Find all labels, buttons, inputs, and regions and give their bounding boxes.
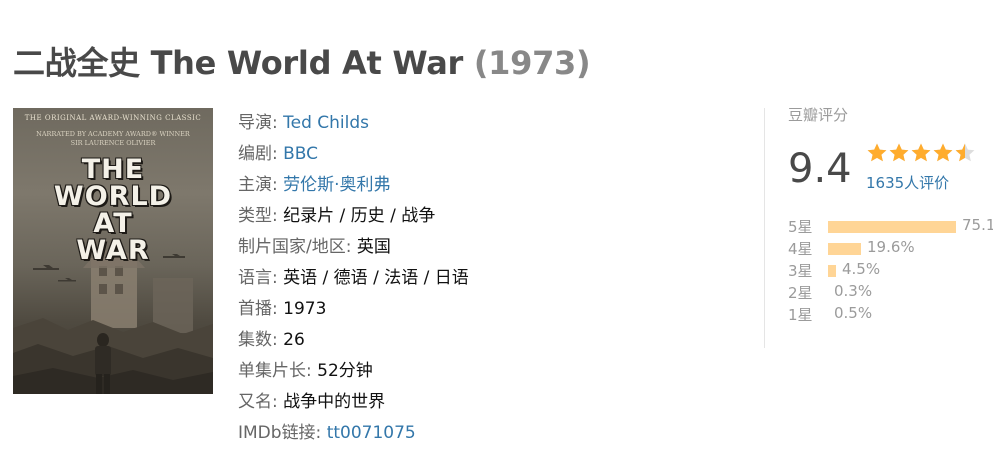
poster-title-line: WAR: [76, 235, 150, 266]
star-icon: [911, 143, 931, 162]
info-label: 主演:: [238, 175, 284, 195]
info-label: 集数:: [238, 330, 284, 350]
star-icon: [889, 143, 909, 162]
star-icon: [867, 143, 887, 162]
episodes-value: 26: [283, 330, 305, 350]
info-label: 制片国家/地区:: [238, 237, 357, 257]
poster-narration-line: NARRATED BY ACADEMY AWARD® WINNER: [36, 130, 190, 138]
rating-percent: 75.1%: [962, 216, 993, 234]
writer-link[interactable]: BBC: [283, 144, 318, 164]
director-link[interactable]: Ted Childs: [283, 113, 369, 133]
country-value: 英国: [356, 237, 391, 257]
poster-narration-line: SIR LAURENCE OLIVIER: [70, 139, 156, 147]
rating-panel: 豆瓣评分 9.4 1635人评价 5星75.1% 4星19.6% 3星4.5% …: [788, 104, 993, 324]
info-label: 单集片长:: [238, 361, 318, 381]
title-name: 二战全史 The World At War: [13, 44, 463, 82]
rating-percent: 0.3%: [834, 282, 873, 300]
language-value: 英语 / 德语 / 法语 / 日语: [283, 268, 469, 288]
divider: [764, 108, 765, 348]
info-row-aka: 又名: 战争中的世界: [238, 387, 738, 418]
info-row-cast: 主演: 劳伦斯·奥利弗: [238, 170, 738, 201]
rating-score: 9.4: [788, 146, 852, 192]
info-label: 语言:: [238, 268, 284, 288]
star-icon: [955, 143, 975, 162]
info-row-premiere: 首播: 1973: [238, 294, 738, 325]
rating-percent: 0.5%: [834, 304, 873, 322]
info-row-writer: 编剧: BBC: [238, 139, 738, 170]
poster-narration: NARRATED BY ACADEMY AWARD® WINNER SIR LA…: [13, 130, 213, 148]
info-row-language: 语言: 英语 / 德语 / 法语 / 日语: [238, 263, 738, 294]
genre-value: 纪录片 / 历史 / 战争: [283, 206, 436, 226]
rating-row-label: 2星: [788, 284, 813, 302]
poster-tagline: THE ORIGINAL AWARD-WINNING CLASSIC: [24, 114, 202, 122]
rating-percent: 4.5%: [842, 260, 881, 278]
poster-title: THE WORLD AT WAR: [13, 156, 213, 264]
rating-row-label: 3星: [788, 262, 813, 280]
rating-percent: 19.6%: [867, 238, 915, 256]
cast-link[interactable]: 劳伦斯·奥利弗: [283, 175, 390, 195]
rating-bar: [828, 265, 836, 277]
info-label: 首播:: [238, 299, 284, 319]
star-icon: [933, 143, 953, 162]
rating-count-link[interactable]: 1635人评价: [866, 172, 949, 193]
info-row-episodes: 集数: 26: [238, 325, 738, 356]
rating-bar: [828, 243, 861, 255]
rating-row-label: 4星: [788, 240, 813, 258]
runtime-value: 52分钟: [317, 361, 373, 381]
aka-value: 战争中的世界: [283, 392, 386, 412]
info-label: IMDb链接:: [238, 423, 327, 443]
rating-row-label: 5星: [788, 218, 813, 236]
info-panel: 导演: Ted Childs 编剧: BBC 主演: 劳伦斯·奥利弗 类型: 纪…: [238, 108, 738, 449]
imdb-link[interactable]: tt0071075: [327, 423, 416, 443]
title-year: (1973): [473, 44, 591, 82]
poster-title-line: AT: [93, 208, 133, 239]
premiere-value: 1973: [283, 299, 327, 319]
rating-stars: [866, 142, 976, 164]
info-label: 又名:: [238, 392, 284, 412]
poster-title-line: THE: [81, 154, 145, 185]
page-title: 二战全史 The World At War (1973): [13, 38, 591, 84]
info-row-director: 导演: Ted Childs: [238, 108, 738, 139]
poster-title-line: WORLD: [53, 181, 173, 212]
poster-image[interactable]: THE ORIGINAL AWARD-WINNING CLASSIC NARRA…: [13, 108, 213, 394]
info-row-country: 制片国家/地区: 英国: [238, 232, 738, 263]
info-label: 类型:: [238, 206, 284, 226]
rating-label: 豆瓣评分: [788, 106, 849, 124]
info-row-genre: 类型: 纪录片 / 历史 / 战争: [238, 201, 738, 232]
info-label: 导演:: [238, 113, 284, 133]
rating-bar: [828, 221, 956, 233]
info-label: 编剧:: [238, 144, 284, 164]
rating-row-label: 1星: [788, 306, 813, 324]
info-row-runtime: 单集片长: 52分钟: [238, 356, 738, 387]
info-row-imdb: IMDb链接: tt0071075: [238, 418, 738, 449]
